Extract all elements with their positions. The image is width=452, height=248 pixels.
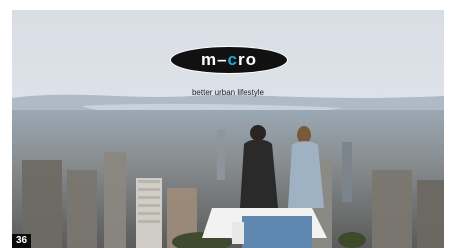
logo-wordmark: m–cro [200, 50, 258, 69]
counter-badge: 36 [12, 234, 32, 248]
tagline: better urban lifestyle [191, 88, 265, 97]
video-frame[interactable]: m–cro better urban lifestyle [12, 10, 444, 248]
micro-logo: m–cro [170, 46, 288, 74]
